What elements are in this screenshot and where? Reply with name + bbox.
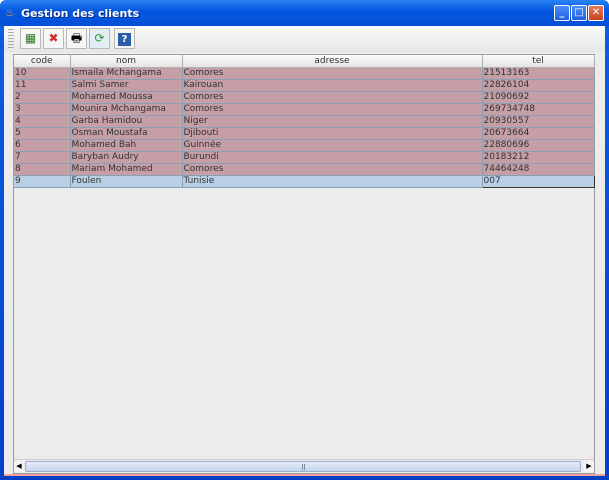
column-header-adresse[interactable]: adresse: [182, 55, 483, 68]
print-icon: 🖶: [70, 31, 83, 45]
cell-nom[interactable]: Mounira Mchangama: [70, 103, 183, 116]
print-button[interactable]: 🖶: [66, 28, 87, 49]
cell-adresse[interactable]: Comores: [182, 91, 483, 104]
cell-code[interactable]: 2: [14, 91, 71, 104]
cell-tel[interactable]: 74464248: [482, 163, 595, 176]
cell-tel[interactable]: 22880696: [482, 139, 595, 152]
cell-adresse[interactable]: Comores: [182, 103, 483, 116]
toolbar: ▦ ✖ 🖶 ⟳ ?: [4, 26, 605, 52]
maximize-button[interactable]: □: [571, 5, 587, 21]
cell-tel[interactable]: 21513163: [482, 67, 595, 80]
scroll-left-button[interactable]: ◀: [14, 461, 24, 472]
cell-tel[interactable]: 22826104: [482, 79, 595, 92]
table-row[interactable]: 6 Mohamed Bah Guinnée 22880696: [14, 139, 595, 152]
cell-code[interactable]: 7: [14, 151, 71, 164]
horizontal-scrollbar[interactable]: ◀ ▶: [14, 459, 594, 473]
cell-code[interactable]: 4: [14, 115, 71, 128]
minimize-button[interactable]: _: [554, 5, 570, 21]
toolbar-grip[interactable]: [8, 29, 14, 49]
clients-table: code nom adresse tel 10 Ismaila Mchangama Com…: [14, 55, 595, 188]
cell-nom[interactable]: Mohamed Moussa: [70, 91, 183, 104]
cell-code[interactable]: 8: [14, 163, 71, 176]
cell-nom[interactable]: Osman Moustafa: [70, 127, 183, 140]
cell-code[interactable]: 3: [14, 103, 71, 116]
window-title: Gestion des clients: [21, 7, 140, 20]
cell-code[interactable]: 9: [14, 175, 71, 188]
refresh-icon: ⟳: [94, 31, 105, 45]
cell-adresse[interactable]: Comores: [182, 67, 483, 80]
close-button[interactable]: ✕: [588, 5, 604, 21]
cell-code[interactable]: 6: [14, 139, 71, 152]
cell-nom[interactable]: Mariam Mohamed: [70, 163, 183, 176]
cell-nom[interactable]: Baryban Audry: [70, 151, 183, 164]
cell-tel[interactable]: 269734748: [482, 103, 595, 116]
color-palette-icon: ▦: [24, 31, 37, 45]
cell-tel[interactable]: 20930557: [482, 115, 595, 128]
cell-nom[interactable]: Salmi Samer: [70, 79, 183, 92]
cell-tel[interactable]: 20673664: [482, 127, 595, 140]
table-scroll-pane[interactable]: code nom adresse tel 10 Ismaila Mchangama Com…: [13, 54, 595, 474]
cell-code[interactable]: 10: [14, 67, 71, 80]
title-bar[interactable]: ♨ Gestion des clients _ □ ✕: [0, 0, 609, 26]
cell-adresse[interactable]: Djibouti: [182, 127, 483, 140]
java-cup-icon: ♨: [5, 6, 15, 19]
help-button[interactable]: ?: [114, 28, 135, 49]
delete-icon: ✖: [48, 31, 59, 45]
table-row[interactable]: 3 Mounira Mchangama Comores 269734748: [14, 103, 595, 116]
column-header-code[interactable]: code: [14, 55, 71, 68]
column-header-tel[interactable]: tel: [482, 55, 595, 68]
cell-adresse[interactable]: Tunisie: [182, 175, 483, 188]
app-window: ♨ Gestion des clients _ □ ✕ ▦ ✖ 🖶 ⟳ ? co…: [0, 0, 609, 480]
table-row[interactable]: 8 Mariam Mohamed Comores 74464248: [14, 163, 595, 176]
column-header-nom[interactable]: nom: [70, 55, 183, 68]
cell-tel[interactable]: 007: [481, 174, 595, 188]
table-row[interactable]: 10 Ismaila Mchangama Comores 21513163: [14, 67, 595, 80]
table-row[interactable]: 7 Baryban Audry Burundi 20183212: [14, 151, 595, 164]
cell-adresse[interactable]: Burundi: [182, 151, 483, 164]
content-pane: ▦ ✖ 🖶 ⟳ ? code nom adresse tel 10 Ismaila Mc…: [4, 26, 605, 476]
help-icon: ?: [118, 33, 131, 46]
cell-adresse[interactable]: Kairouan: [182, 79, 483, 92]
table-row[interactable]: 5 Osman Moustafa Djibouti 20673664: [14, 127, 595, 140]
refresh-button[interactable]: ⟳: [89, 28, 110, 49]
cell-tel[interactable]: 21090692: [482, 91, 595, 104]
table-row[interactable]: 9 Foulen Tunisie 007: [14, 174, 595, 188]
delete-button[interactable]: ✖: [43, 28, 64, 49]
cell-nom[interactable]: Garba Hamidou: [70, 115, 183, 128]
scroll-thumb[interactable]: [25, 461, 581, 472]
table-row[interactable]: 4 Garba Hamidou Niger 20930557: [14, 115, 595, 128]
scroll-right-button[interactable]: ▶: [584, 461, 594, 472]
cell-adresse[interactable]: Niger: [182, 115, 483, 128]
table-row[interactable]: 11 Salmi Samer Kairouan 22826104: [14, 79, 595, 92]
table-row[interactable]: 2 Mohamed Moussa Comores 21090692: [14, 91, 595, 104]
cell-tel[interactable]: 20183212: [482, 151, 595, 164]
cell-adresse[interactable]: Guinnée: [182, 139, 483, 152]
cell-code[interactable]: 5: [14, 127, 71, 140]
cell-code[interactable]: 11: [14, 79, 71, 92]
cell-adresse[interactable]: Comores: [182, 163, 483, 176]
palette-button[interactable]: ▦: [20, 28, 41, 49]
cell-nom[interactable]: Ismaila Mchangama: [70, 67, 183, 80]
cell-nom[interactable]: Mohamed Bah: [70, 139, 183, 152]
cell-nom[interactable]: Foulen: [70, 175, 183, 188]
